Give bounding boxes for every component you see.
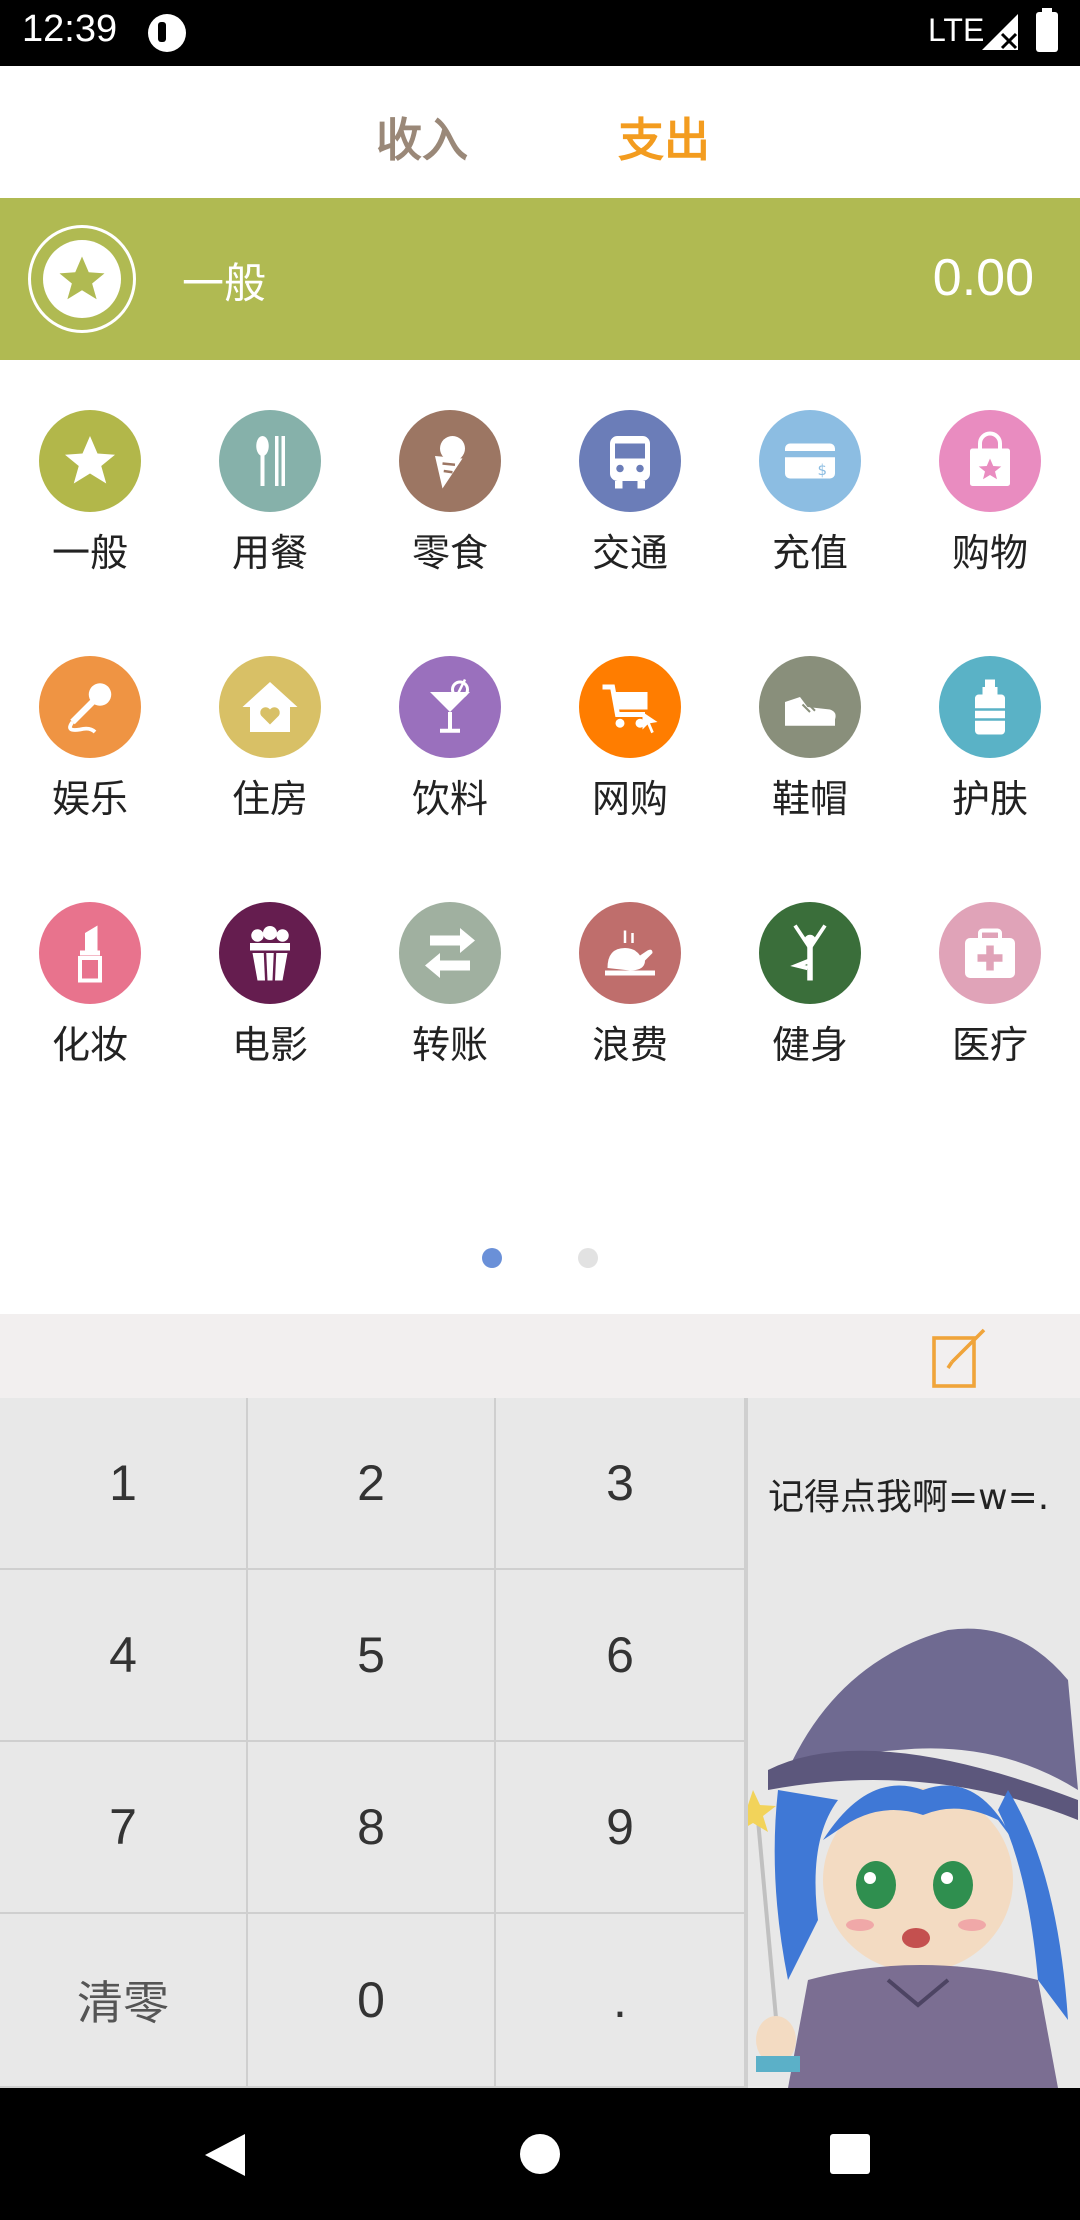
category-waste[interactable]: 浪费 — [540, 852, 720, 1067]
category-label: 交通 — [591, 531, 668, 575]
yoga-icon — [759, 902, 861, 1004]
category-label: 购物 — [951, 531, 1028, 575]
app-notification-icon — [148, 14, 186, 52]
category-label: 医疗 — [951, 1023, 1028, 1067]
shoe-icon — [759, 656, 861, 758]
lipstick-icon — [39, 902, 141, 1004]
note-bar — [0, 1314, 1080, 1398]
category-label: 娱乐 — [51, 777, 128, 821]
category-medical[interactable]: 医疗 — [900, 852, 1080, 1067]
recents-icon[interactable] — [830, 2134, 870, 2174]
category-topup[interactable]: $ 充值 — [720, 360, 900, 575]
card-icon: $ — [759, 410, 861, 512]
category-label: 浪费 — [591, 1023, 668, 1067]
system-nav-bar — [0, 2088, 1080, 2220]
category-label: 用餐 — [231, 531, 308, 575]
bus-icon — [579, 410, 681, 512]
tab-income[interactable]: 收入 — [376, 104, 468, 170]
key-decimal[interactable]: . — [496, 1914, 746, 2088]
key-3[interactable]: 3 — [496, 1398, 746, 1570]
category-shoes-hats[interactable]: 鞋帽 — [720, 606, 900, 821]
house-icon — [219, 656, 321, 758]
category-shopping[interactable]: 购物 — [900, 360, 1080, 575]
category-transport[interactable]: 交通 — [540, 360, 720, 575]
key-9[interactable]: 9 — [496, 1742, 746, 1914]
category-label: 护肤 — [951, 777, 1028, 821]
cart-icon — [579, 656, 681, 758]
category-label: 一般 — [51, 531, 128, 575]
medical-kit-icon — [939, 902, 1041, 1004]
category-drinks[interactable]: 饮料 — [360, 606, 540, 821]
category-label: 饮料 — [411, 777, 488, 821]
selected-category-icon — [28, 225, 136, 333]
key-4[interactable]: 4 — [0, 1570, 248, 1742]
category-makeup[interactable]: 化妆 — [0, 852, 180, 1067]
page-dot-active[interactable] — [482, 1248, 502, 1268]
category-grid: 一般 用餐 零食 交通 $ 充值 购物 娱乐 住房 饮料 网购 鞋帽 护肤 化妆… — [0, 360, 1080, 1310]
lotion-icon — [939, 656, 1041, 758]
status-bar: 12:39 LTE — [0, 0, 1080, 66]
category-transfer[interactable]: 转账 — [360, 852, 540, 1067]
svg-text:$: $ — [818, 461, 828, 479]
star-icon — [39, 410, 141, 512]
category-label: 化妆 — [51, 1023, 128, 1067]
category-general[interactable]: 一般 — [0, 360, 180, 575]
category-label: 住房 — [231, 777, 308, 821]
battery-icon — [1036, 8, 1058, 52]
category-label: 零食 — [411, 531, 488, 575]
amount-display: 0.00 — [932, 249, 1034, 307]
back-icon[interactable] — [205, 2134, 245, 2176]
key-7[interactable]: 7 — [0, 1742, 248, 1914]
selected-category-label: 一般 — [182, 259, 267, 308]
home-icon[interactable] — [520, 2134, 560, 2174]
popcorn-icon — [219, 902, 321, 1004]
clear-button[interactable]: 清零 — [0, 1914, 248, 2088]
key-1[interactable]: 1 — [0, 1398, 248, 1570]
signal-icon — [982, 14, 1018, 50]
category-label: 电影 — [231, 1023, 308, 1067]
category-dining[interactable]: 用餐 — [180, 360, 360, 575]
network-type: LTE — [928, 12, 985, 48]
selected-category-banner: 一般 0.00 — [0, 198, 1080, 360]
keypad: 1 2 3 4 5 6 7 8 9 清零 0 . 记得点我啊=w=. — [0, 1398, 1080, 2088]
chicken-icon — [579, 902, 681, 1004]
category-label: 鞋帽 — [771, 777, 848, 821]
category-label: 充值 — [771, 531, 848, 575]
category-skincare[interactable]: 护肤 — [900, 606, 1080, 821]
category-housing[interactable]: 住房 — [180, 606, 360, 821]
category-entertainment[interactable]: 娱乐 — [0, 606, 180, 821]
microphone-icon — [39, 656, 141, 758]
category-label: 转账 — [411, 1023, 488, 1067]
key-2[interactable]: 2 — [248, 1398, 496, 1570]
category-fitness[interactable]: 健身 — [720, 852, 900, 1067]
status-time: 12:39 — [22, 8, 118, 50]
star-icon — [59, 256, 105, 300]
confirm-hint-label: 记得点我啊=w=. — [768, 1477, 1050, 1518]
type-tabs: 收入 支出 — [0, 66, 1080, 198]
page-indicator — [0, 1248, 1080, 1268]
key-6[interactable]: 6 — [496, 1570, 746, 1742]
utensils-icon — [219, 410, 321, 512]
key-5[interactable]: 5 — [248, 1570, 496, 1742]
ice-cream-icon — [399, 410, 501, 512]
page-dot[interactable] — [578, 1248, 598, 1268]
shopping-bag-icon — [939, 410, 1041, 512]
category-online-shopping[interactable]: 网购 — [540, 606, 720, 821]
category-label: 健身 — [771, 1023, 848, 1067]
key-8[interactable]: 8 — [248, 1742, 496, 1914]
category-movies[interactable]: 电影 — [180, 852, 360, 1067]
key-0[interactable]: 0 — [248, 1914, 496, 2088]
mascot-illustration — [748, 1628, 1078, 2088]
tab-expense[interactable]: 支出 — [618, 104, 710, 170]
cocktail-icon — [399, 656, 501, 758]
confirm-button[interactable]: 记得点我啊=w=. — [746, 1398, 1080, 2088]
category-snacks[interactable]: 零食 — [360, 360, 540, 575]
edit-note-icon[interactable] — [932, 1326, 988, 1388]
transfer-icon — [399, 902, 501, 1004]
category-label: 网购 — [591, 777, 668, 821]
